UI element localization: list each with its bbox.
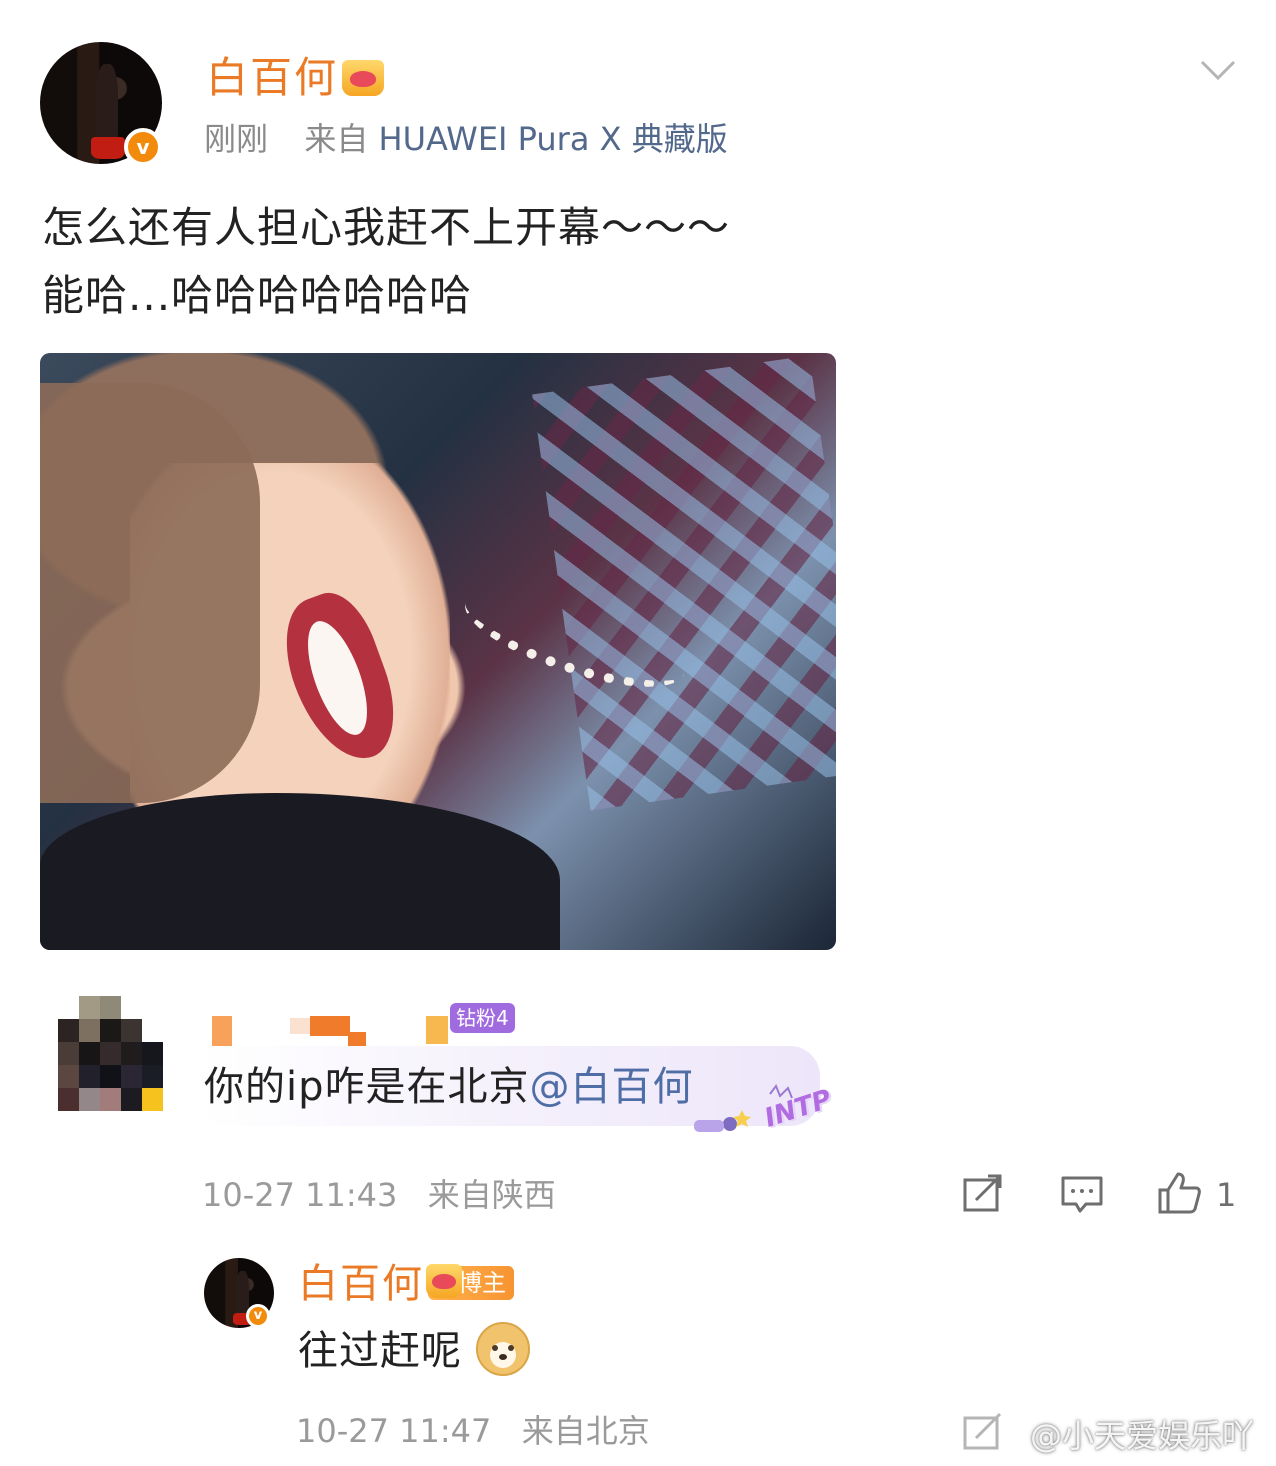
photo-hair bbox=[40, 793, 560, 950]
fan-level-badge: 钻粉4 bbox=[450, 1003, 515, 1033]
post-text: 怎么还有人担心我赶不上开幕～～～ 能哈...哈哈哈哈哈哈哈 bbox=[42, 194, 1042, 330]
reply-author-name[interactable]: 白百何 bbox=[298, 1258, 424, 1310]
comment-meta: 10-27 11:43 来自陕西 bbox=[202, 1172, 556, 1218]
author-avatar[interactable]: v bbox=[40, 42, 162, 166]
author-name[interactable]: 白百何 bbox=[206, 50, 338, 106]
post-meta: 刚刚 来自 HUAWEI Pura X 典藏版 bbox=[204, 116, 728, 162]
redacted-name-block bbox=[290, 1018, 312, 1034]
photo-cap bbox=[40, 383, 260, 803]
reply-location: 来自北京 bbox=[521, 1412, 650, 1450]
redacted-name-block bbox=[426, 1016, 448, 1044]
redacted-name-block bbox=[310, 1016, 350, 1036]
post-photo[interactable] bbox=[40, 353, 836, 950]
comment-text: 你的ip咋是在北京@白百何 bbox=[204, 1060, 694, 1114]
reply-text: 往过赶呢 bbox=[298, 1328, 462, 1374]
avatar-skirt bbox=[91, 137, 126, 160]
share-icon[interactable] bbox=[962, 1412, 1004, 1452]
avatar-figure bbox=[236, 1270, 249, 1314]
share-icon[interactable] bbox=[962, 1174, 1004, 1214]
commenter-avatar[interactable] bbox=[58, 996, 163, 1111]
like-icon[interactable] bbox=[1156, 1170, 1202, 1216]
post-time: 刚刚 bbox=[204, 120, 269, 158]
sticker-sparkle-icon bbox=[694, 1083, 793, 1132]
post-text-line-2: 能哈...哈哈哈哈哈哈哈 bbox=[42, 271, 473, 320]
crown-icon bbox=[426, 1264, 462, 1298]
reply-author-avatar[interactable]: v bbox=[204, 1258, 274, 1328]
comment-time: 10-27 11:43 bbox=[202, 1176, 398, 1214]
comment-icon[interactable] bbox=[1060, 1174, 1104, 1214]
comment-body: 你的ip咋是在北京 bbox=[204, 1064, 530, 1110]
doge-emoji-icon bbox=[476, 1322, 530, 1376]
post-device[interactable]: HUAWEI Pura X 典藏版 bbox=[379, 120, 728, 158]
comment-mention[interactable]: @白百何 bbox=[530, 1064, 694, 1110]
post-source-prefix: 来自 bbox=[304, 120, 369, 158]
avatar-figure bbox=[96, 63, 119, 140]
comment-location: 来自陕西 bbox=[427, 1176, 556, 1214]
crown-icon bbox=[342, 60, 384, 96]
like-count: 1 bbox=[1216, 1176, 1237, 1214]
reply-meta: 10-27 11:47 来自北京 bbox=[296, 1408, 650, 1454]
host-badge-label: 博主 bbox=[458, 1269, 506, 1297]
redacted-name-block bbox=[212, 1016, 232, 1050]
chevron-down-icon[interactable] bbox=[1198, 56, 1238, 84]
verified-v-icon: v bbox=[124, 128, 162, 166]
doge-face bbox=[486, 1326, 520, 1360]
post-text-line-1: 怎么还有人担心我赶不上开幕～～～ bbox=[42, 203, 731, 252]
verified-v-icon: v bbox=[246, 1304, 270, 1328]
reply-time: 10-27 11:47 bbox=[296, 1412, 492, 1450]
watermark: @小天爱娱乐吖 bbox=[1030, 1417, 1255, 1455]
photo-shirt-plaid bbox=[532, 355, 836, 811]
